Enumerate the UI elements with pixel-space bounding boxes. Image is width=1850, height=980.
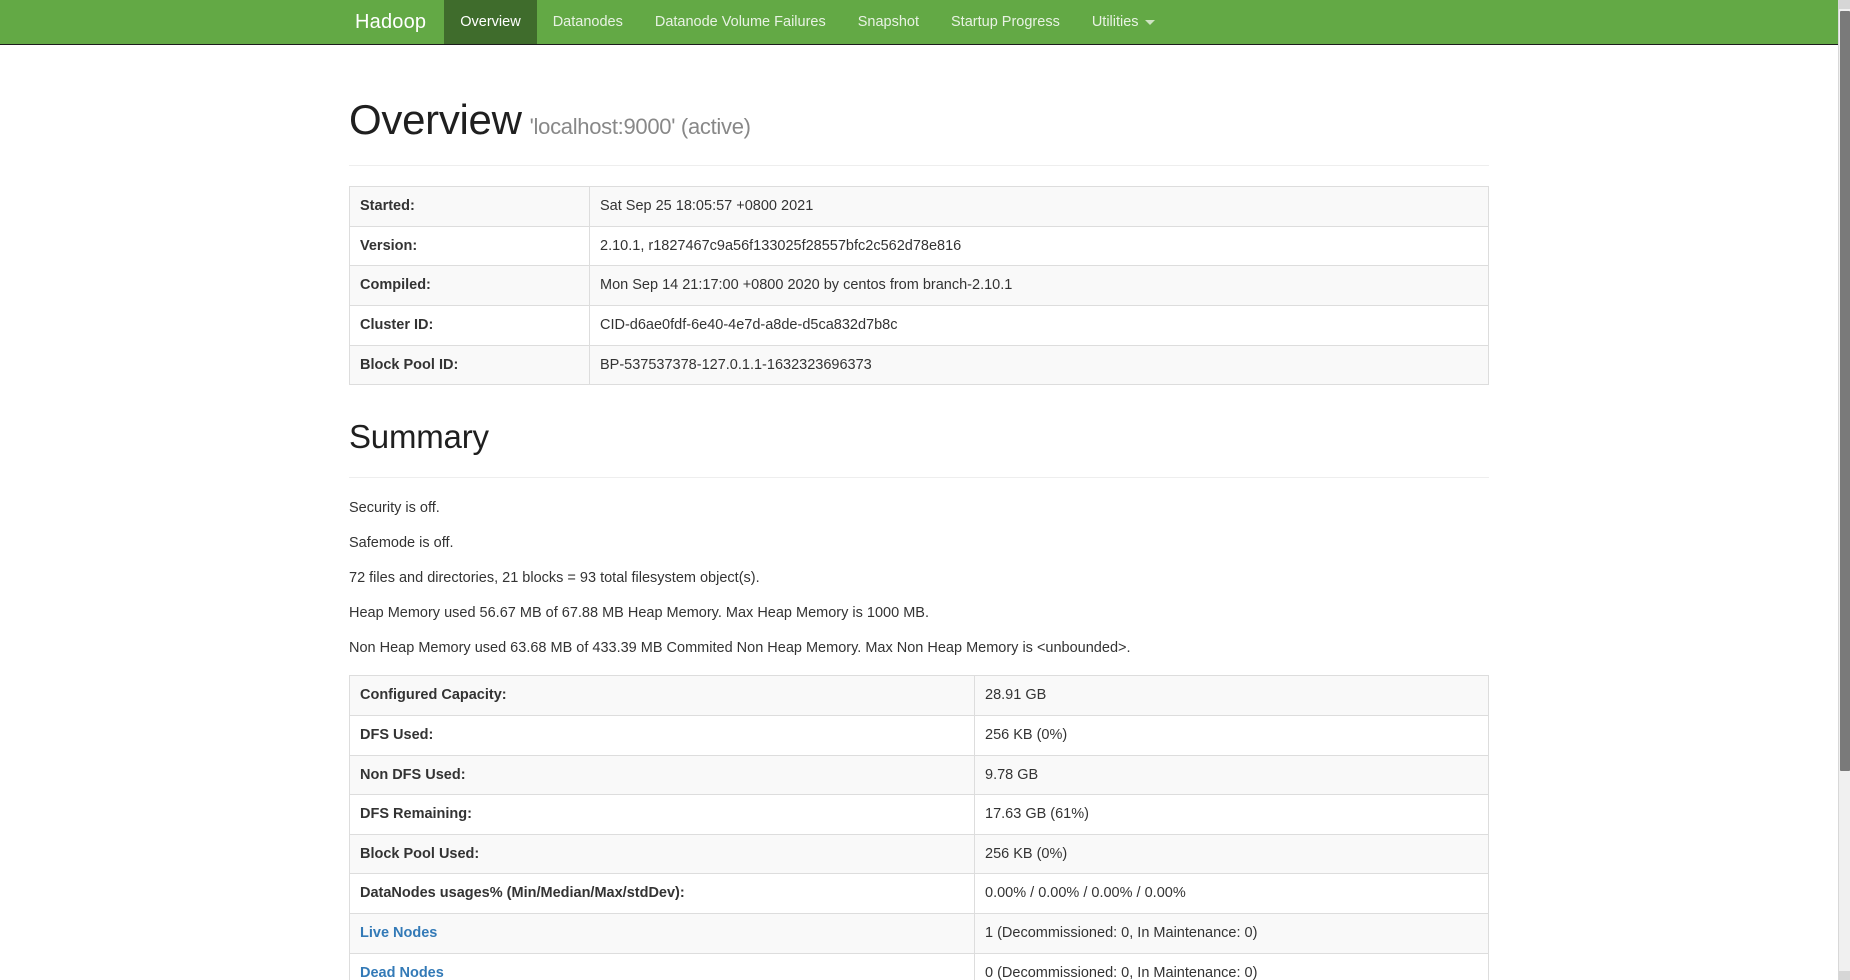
- overview-row-key: Version:: [349, 226, 590, 266]
- nav-item-list: Overview Datanodes Datanode Volume Failu…: [444, 0, 1170, 44]
- dead-nodes-link[interactable]: Dead Nodes: [360, 965, 444, 980]
- scroll-down-arrow-icon[interactable]: [1839, 971, 1850, 980]
- table-row: Compiled: Mon Sep 14 21:17:00 +0800 2020…: [349, 265, 1489, 306]
- page-title: Overview 'localhost:9000' (active): [349, 96, 1489, 143]
- table-row: DataNodes usages% (Min/Median/Max/stdDev…: [349, 873, 1489, 914]
- nav-item-overview-label: Overview: [460, 14, 521, 30]
- overview-row-key: Compiled:: [349, 265, 590, 306]
- summary-row-key-cell: Dead Nodes: [349, 953, 975, 980]
- overview-row-value: 2.10.1, r1827467c9a56f133025f28557bfc2c5…: [589, 226, 1489, 266]
- nav-item-snapshot[interactable]: Snapshot: [842, 0, 935, 44]
- table-row: Non DFS Used: 9.78 GB: [349, 755, 1489, 795]
- overview-row-value: BP-537537378-127.0.1.1-1632323696373: [589, 345, 1489, 385]
- top-navbar: Hadoop Overview Datanodes Datanode Volum…: [0, 0, 1838, 45]
- table-row: Block Pool Used: 256 KB (0%): [349, 834, 1489, 874]
- summary-title: Summary: [349, 418, 489, 456]
- table-row: Live Nodes 1 (Decommissioned: 0, In Main…: [349, 913, 1489, 953]
- summary-row-value: 0.00% / 0.00% / 0.00% / 0.00%: [974, 873, 1489, 914]
- table-row: Configured Capacity: 28.91 GB: [349, 675, 1489, 716]
- table-row: DFS Used: 256 KB (0%): [349, 715, 1489, 756]
- summary-row-key: Non DFS Used:: [349, 755, 975, 795]
- page-title-subtitle: 'localhost:9000' (active): [529, 114, 751, 139]
- scroll-up-arrow-icon[interactable]: [1839, 0, 1850, 9]
- scrollbar-thumb[interactable]: [1840, 11, 1850, 771]
- page-content: Overview 'localhost:9000' (active) Starte…: [0, 45, 1838, 980]
- overview-row-value: Sat Sep 25 18:05:57 +0800 2021: [589, 186, 1489, 227]
- summary-line: Non Heap Memory used 63.68 MB of 433.39 …: [349, 640, 1131, 657]
- summary-row-key: DataNodes usages% (Min/Median/Max/stdDev…: [349, 873, 975, 914]
- nav-item-datanode-volume-failures-label: Datanode Volume Failures: [654, 14, 826, 30]
- nav-item-utilities[interactable]: Utilities: [1076, 0, 1171, 44]
- live-nodes-link[interactable]: Live Nodes: [360, 925, 437, 941]
- summary-row-key: DFS Remaining:: [349, 794, 975, 835]
- table-row: Version: 2.10.1, r1827467c9a56f133025f28…: [349, 226, 1489, 266]
- nav-item-startup-progress-label: Startup Progress: [951, 14, 1060, 30]
- content-inner: Overview 'localhost:9000' (active) Starte…: [349, 45, 1489, 980]
- summary-text-block: Security is off. Safemode is off. 72 fil…: [349, 498, 1489, 659]
- table-row: Cluster ID: CID-d6ae0fdf-6e40-4e7d-a8de-…: [349, 305, 1489, 345]
- page-title-text: Overview: [349, 96, 522, 143]
- overview-row-value: CID-d6ae0fdf-6e40-4e7d-a8de-d5ca832d7b8c: [589, 305, 1489, 345]
- summary-row-key: Block Pool Used:: [349, 834, 975, 874]
- nav-item-overview[interactable]: Overview: [444, 0, 537, 44]
- nav-item-datanodes-label: Datanodes: [552, 14, 623, 30]
- summary-row-value: 28.91 GB: [974, 675, 1489, 716]
- nav-item-startup-progress[interactable]: Startup Progress: [935, 0, 1076, 44]
- summary-row-value: 17.63 GB (61%): [974, 794, 1489, 835]
- summary-row-key-cell: Live Nodes: [349, 913, 975, 953]
- summary-line: Safemode is off.: [349, 535, 454, 552]
- table-row: Started: Sat Sep 25 18:05:57 +0800 2021: [349, 186, 1489, 227]
- vertical-scrollbar[interactable]: [1838, 0, 1850, 980]
- nav-item-utilities-label: Utilities: [1091, 14, 1139, 30]
- table-row: Block Pool ID: BP-537537378-127.0.1.1-16…: [349, 345, 1489, 385]
- summary-row-value: 256 KB (0%): [974, 834, 1489, 874]
- overview-info-table: Started: Sat Sep 25 18:05:57 +0800 2021 …: [349, 186, 1489, 385]
- summary-row-value: 9.78 GB: [974, 755, 1489, 795]
- summary-divider: [349, 477, 1489, 479]
- overview-row-key: Block Pool ID:: [349, 345, 590, 385]
- nav-item-datanodes[interactable]: Datanodes: [537, 0, 639, 44]
- summary-row-key: Configured Capacity:: [349, 675, 975, 716]
- summary-row-key: DFS Used:: [349, 715, 975, 756]
- summary-row-value: 256 KB (0%): [974, 715, 1489, 756]
- summary-row-value: 0 (Decommissioned: 0, In Maintenance: 0): [974, 953, 1489, 980]
- table-row: DFS Remaining: 17.63 GB (61%): [349, 794, 1489, 835]
- summary-line: Heap Memory used 56.67 MB of 67.88 MB He…: [349, 605, 929, 622]
- summary-line: Security is off.: [349, 500, 440, 517]
- brand-hadoop[interactable]: Hadoop: [337, 0, 444, 44]
- nav-item-datanode-volume-failures[interactable]: Datanode Volume Failures: [639, 0, 842, 44]
- overview-row-value: Mon Sep 14 21:17:00 +0800 2020 by centos…: [589, 265, 1489, 306]
- nav-item-snapshot-label: Snapshot: [857, 14, 920, 30]
- summary-info-table: Configured Capacity: 28.91 GB DFS Used: …: [349, 675, 1489, 980]
- summary-line: 72 files and directories, 21 blocks = 93…: [349, 570, 760, 587]
- overview-row-key: Started:: [349, 186, 590, 227]
- summary-row-value: 1 (Decommissioned: 0, In Maintenance: 0): [974, 913, 1489, 953]
- overview-row-key: Cluster ID:: [349, 305, 590, 345]
- title-divider: [349, 165, 1489, 167]
- chevron-down-icon: [1144, 19, 1155, 25]
- table-row: Dead Nodes 0 (Decommissioned: 0, In Main…: [349, 953, 1489, 980]
